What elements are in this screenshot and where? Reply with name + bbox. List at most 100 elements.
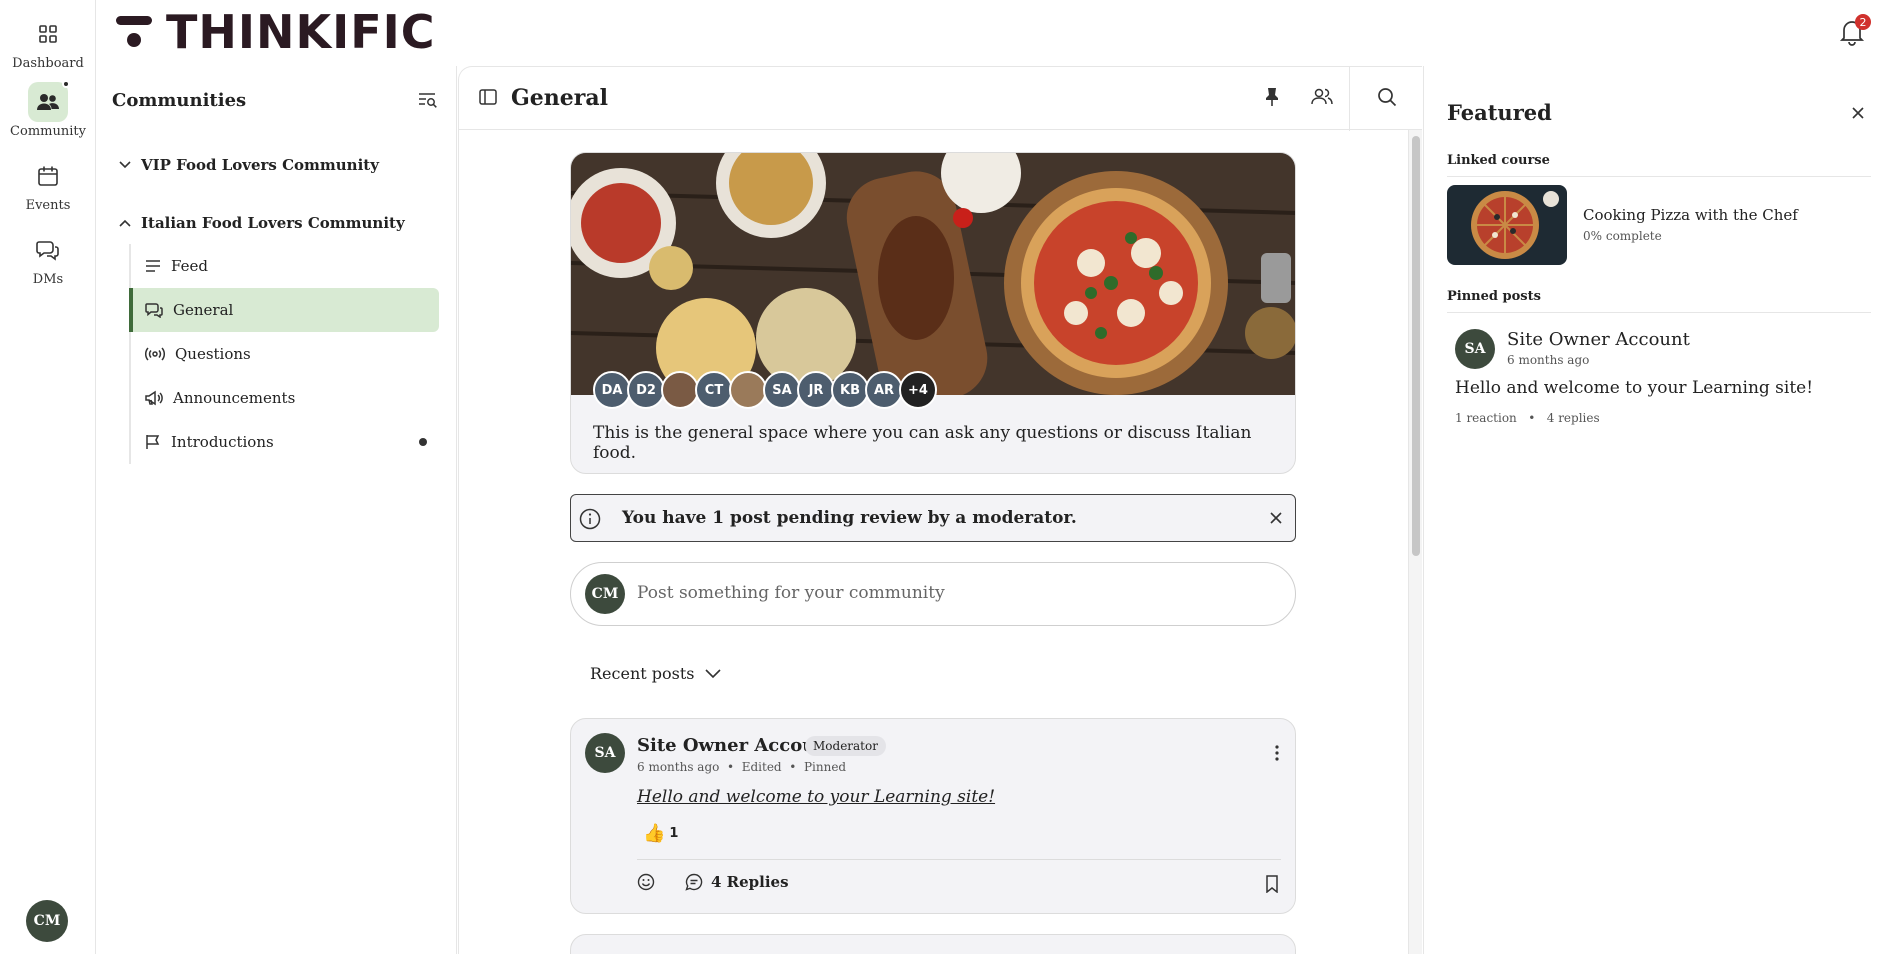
space-description: This is the general space where you can …: [593, 423, 1252, 463]
info-icon: [579, 508, 601, 530]
space-label: Questions: [175, 345, 251, 363]
community-name: Italian Food Lovers Community: [141, 214, 405, 232]
lines-icon: [146, 260, 160, 272]
close-featured-button[interactable]: [1851, 106, 1865, 120]
filter-search-icon: [419, 93, 437, 108]
notifications-button[interactable]: 2: [1837, 14, 1877, 48]
pinned-post-stats: 1 reaction • 4 replies: [1455, 411, 1600, 425]
space-label: Feed: [171, 257, 208, 275]
member-avatars[interactable]: DA D2 CT SA JR KB AR +4: [593, 371, 937, 409]
member-avatar: CT: [695, 371, 733, 409]
reaction-count: 1: [669, 825, 679, 841]
unread-dot: [419, 438, 427, 446]
unread-dot: [62, 80, 70, 88]
members-icon: [1311, 88, 1333, 105]
bookmark-button[interactable]: [1265, 875, 1279, 893]
divider: [637, 859, 1281, 860]
pinned-button[interactable]: [1264, 87, 1280, 107]
pending-review-notice: You have 1 post pending review by a mode…: [570, 494, 1296, 542]
rail-events[interactable]: Events: [0, 156, 96, 213]
post-body[interactable]: Hello and welcome to your Learning site!: [637, 787, 995, 807]
role-badge: Moderator: [805, 736, 886, 756]
member-avatar: JR: [797, 371, 835, 409]
space-label: General: [173, 301, 234, 319]
rail-label: Events: [25, 198, 71, 213]
space-announcements[interactable]: Announcements: [129, 376, 439, 420]
post-card[interactable]: [570, 934, 1296, 954]
feed-area: DA D2 CT SA JR KB AR +4 This is the gene…: [458, 130, 1408, 954]
post-pinned: Pinned: [803, 760, 847, 774]
avatar: SA: [1455, 329, 1495, 369]
replies-button[interactable]: 4 Replies: [685, 873, 789, 891]
post-actions: 4 Replies: [637, 873, 789, 891]
left-rail: Dashboard Community Events DMs CM: [0, 0, 96, 954]
feed-scrollbar[interactable]: [1408, 130, 1422, 954]
pinned-post-body[interactable]: Hello and welcome to your Learning site!: [1455, 378, 1813, 398]
pinned-post-time: 6 months ago: [1507, 353, 1590, 367]
featured-panel: Featured Linked course Cooking Pizza wit…: [1423, 66, 1889, 954]
megaphone-icon: [145, 390, 163, 406]
thumbs-up-icon: 👍: [643, 822, 666, 844]
member-avatar: [729, 371, 767, 409]
space-feed[interactable]: Feed: [129, 244, 439, 288]
chevron-up-icon: [119, 219, 131, 227]
member-avatar: D2: [627, 371, 665, 409]
flag-icon: [146, 435, 160, 449]
calendar-icon: [28, 156, 68, 196]
community-group-vip[interactable]: VIP Food Lovers Community: [119, 156, 379, 174]
rail-community[interactable]: Community: [0, 80, 96, 139]
filter-search-button[interactable]: [418, 92, 438, 108]
rail-dms[interactable]: DMs: [0, 230, 96, 287]
communities-sidebar: Communities VIP Food Lovers Community It…: [97, 66, 457, 954]
post-more-button[interactable]: [1275, 745, 1279, 761]
notice-text: You have 1 post pending review by a mode…: [622, 508, 1077, 528]
user-avatar[interactable]: CM: [26, 900, 68, 942]
member-avatar: [661, 371, 699, 409]
space-header: General: [458, 66, 1422, 131]
toggle-sidebar-button[interactable]: [479, 89, 497, 105]
close-icon: [1852, 107, 1864, 119]
replies-label: 4 Replies: [711, 873, 789, 891]
thinkific-mark-icon: [116, 16, 152, 47]
rail-label: Community: [10, 124, 86, 139]
brand-name: THINKIFIC: [166, 5, 436, 59]
rail-label: Dashboard: [12, 56, 84, 71]
brand-logo[interactable]: THINKIFIC: [116, 5, 436, 59]
space-banner-card: DA D2 CT SA JR KB AR +4 This is the gene…: [570, 152, 1296, 474]
sort-dropdown[interactable]: Recent posts: [590, 664, 721, 683]
composer-placeholder: Post something for your community: [637, 583, 945, 603]
food-banner-image: [571, 153, 1295, 395]
pizza-thumbnail-image: [1447, 185, 1567, 265]
pinned-posts-label: Pinned posts: [1447, 289, 1541, 304]
more-members-count: +4: [899, 371, 937, 409]
rail-dashboard[interactable]: Dashboard: [0, 14, 96, 71]
divider: [1447, 176, 1871, 177]
course-name[interactable]: Cooking Pizza with the Chef: [1583, 206, 1798, 224]
search-button[interactable]: [1377, 87, 1397, 107]
post-composer[interactable]: CM Post something for your community: [570, 562, 1296, 626]
comment-icon: [685, 873, 703, 891]
members-button[interactable]: [1311, 87, 1333, 105]
course-progress: 0% complete: [1583, 229, 1662, 243]
pinned-post-author[interactable]: Site Owner Account: [1507, 329, 1690, 350]
pin-icon: [1266, 88, 1278, 106]
community-group-italian[interactable]: Italian Food Lovers Community: [119, 214, 405, 232]
broadcast-icon: [145, 347, 165, 361]
linked-course-label: Linked course: [1447, 153, 1550, 168]
space-general[interactable]: General: [129, 288, 439, 332]
member-avatar: DA: [593, 371, 631, 409]
scrollbar-thumb[interactable]: [1412, 136, 1420, 556]
chevron-down-icon: [704, 668, 721, 678]
header-divider: [1349, 67, 1350, 131]
reaction-chip[interactable]: 👍 1: [637, 819, 685, 847]
space-questions[interactable]: Questions: [129, 332, 439, 376]
member-avatar: KB: [831, 371, 869, 409]
post-meta: 6 months ago • Edited • Pinned: [637, 760, 847, 774]
post-card[interactable]: SA Site Owner Account Moderator 6 months…: [570, 718, 1296, 914]
add-reaction-icon[interactable]: [637, 873, 655, 891]
communities-title: Communities: [112, 90, 247, 111]
space-introductions[interactable]: Introductions: [129, 420, 439, 464]
close-icon[interactable]: [1269, 511, 1283, 525]
post-time: 6 months ago: [637, 760, 720, 774]
course-thumbnail[interactable]: [1447, 185, 1567, 265]
